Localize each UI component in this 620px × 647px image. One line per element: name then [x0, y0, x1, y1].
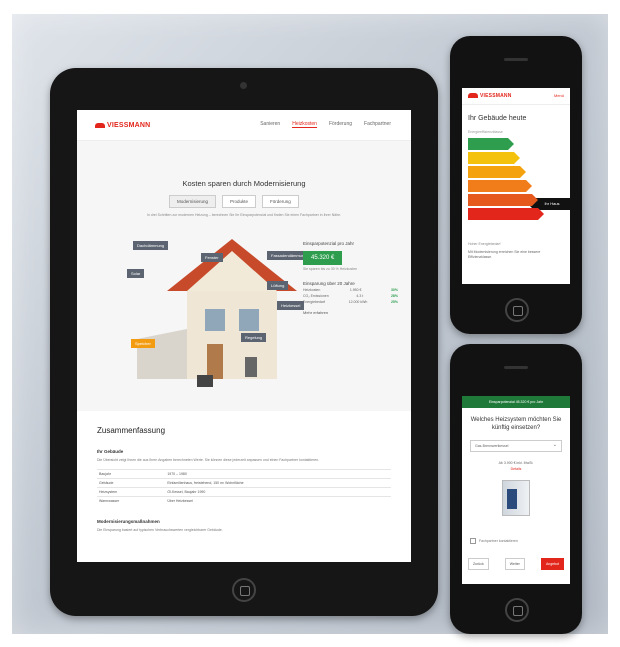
label-fenster[interactable]: Fenster — [201, 253, 223, 262]
section-title: Zusammenfassung — [97, 426, 166, 435]
price-text: Ab 3.900 € inkl. MwSt. — [498, 461, 534, 465]
savings-banner: Einsparpotenzial 45.320 € pro Jahr — [462, 396, 570, 408]
row-percent: 25% — [390, 300, 398, 304]
savings-row: Energiebedarf 12.000 kWh 25% — [303, 300, 398, 304]
more-link[interactable]: Mehr erfahren — [303, 310, 398, 315]
savings-note: Sie sparen bis zu 30 % Heizkosten — [303, 267, 358, 271]
speaker — [504, 58, 528, 61]
phone2-screen: Einsparpotenzial 45.320 € pro Jahr Welch… — [462, 396, 570, 584]
tab-foerderung[interactable]: Förderung — [262, 195, 299, 208]
menu-button[interactable]: Menü — [554, 93, 564, 98]
phone1-footer: Mit Modernisierung erreichen Sie eine be… — [468, 250, 541, 259]
nav-items: Sanieren Heizkosten Förderung Fachpartne… — [260, 121, 391, 128]
table-key: Baujahr — [97, 469, 166, 479]
label-lueftung[interactable]: Lüftung — [267, 281, 289, 290]
background: VIESSMANN Sanieren Heizkosten Förderung … — [12, 14, 608, 634]
offer-button[interactable]: Angebot — [540, 558, 564, 570]
savings-row: CO₂ Emissionen 4.3 t 28% — [303, 294, 398, 298]
hero-section: Kosten sparen durch Modernisierung Moder… — [77, 141, 411, 411]
row-key: Energiebedarf — [303, 300, 325, 304]
phone-device-2: Einsparpotenzial 45.320 € pro Jahr Welch… — [450, 344, 582, 634]
savings-sub: Einsparung über 20 Jahre — [303, 281, 355, 286]
tablet-screen: VIESSMANN Sanieren Heizkosten Förderung … — [77, 110, 411, 562]
paragraph: Die Übersicht zeigt Ihnen die aus Ihren … — [97, 458, 320, 462]
contact-checkbox[interactable]: Fachpartner kontaktieren — [470, 538, 562, 544]
nav-item[interactable]: Fachpartner — [364, 121, 391, 128]
savings-value: 45.320 € — [303, 251, 343, 265]
phone1-subtitle: Energieeffizienzklasse — [468, 130, 503, 134]
savings-row: Heizkosten 1.950 € 30% — [303, 288, 398, 292]
tab-modernisierung[interactable]: Modernisierung — [169, 195, 217, 208]
home-button[interactable] — [505, 298, 529, 322]
table-key: Heizsystem — [97, 487, 166, 497]
row-percent: 30% — [390, 288, 398, 292]
phone1-note: Hoher Energiebedarf — [468, 242, 501, 246]
tablet-device: VIESSMANN Sanieren Heizkosten Förderung … — [50, 68, 438, 616]
camera — [240, 82, 247, 89]
phone-device-1: VIESSMANN Menü Ihr Gebäude heute Energie… — [450, 36, 582, 334]
row-key: CO₂ Emissionen — [303, 294, 329, 298]
summary-section: Zusammenfassung Ihr Gebäude Die Übersich… — [77, 410, 411, 533]
row-value: 12.000 kWh — [348, 300, 368, 304]
table-value: Öl-Kessel, Baujahr 1990 — [165, 487, 391, 497]
table-key: Warmwasser — [97, 496, 166, 505]
table-row: Gebäude Einfamilienhaus, freistehend, 150… — [97, 478, 391, 488]
table-value: 1970 – 1980 — [165, 469, 391, 479]
question: Welches Heizsystem möchten Sie künftig e… — [470, 417, 562, 431]
speaker — [504, 366, 528, 369]
description: In drei Schritten zur modernen Heizung –… — [146, 213, 342, 217]
nav-item[interactable]: Förderung — [329, 121, 352, 128]
row-value: 4.3 t — [356, 294, 364, 298]
details-link[interactable]: Details — [511, 467, 522, 471]
top-nav: VIESSMANN Sanieren Heizkosten Förderung … — [77, 110, 411, 141]
savings-label: Einsparpotenzial pro Jahr — [303, 241, 355, 246]
nav-item[interactable]: Sanieren — [260, 121, 280, 128]
table-value: Über Heizkessel — [165, 496, 391, 505]
home-button[interactable] — [505, 598, 529, 622]
boiler-image — [502, 480, 530, 516]
table-row: Baujahr 1970 – 1980 — [97, 469, 391, 479]
table-row: Heizsystem Öl-Kessel, Baujahr 1990 — [97, 487, 391, 497]
tab-produkte[interactable]: Produkte — [222, 195, 257, 208]
table-key: Gebäude — [97, 478, 166, 488]
action-bar: Zurück Weiter Angebot — [468, 558, 564, 570]
summary-table: Baujahr 1970 – 1980 Gebäude Einfamilienhau… — [97, 469, 391, 505]
next-button[interactable]: Weiter — [504, 558, 525, 570]
phone1-screen: VIESSMANN Menü Ihr Gebäude heute Energie… — [462, 88, 570, 284]
label-heizkessel[interactable]: Heizkessel — [277, 301, 305, 310]
label-dachdaemmung[interactable]: Dachdämmung — [133, 241, 169, 250]
price-info: Ab 3.900 € inkl. MwSt. Details — [462, 460, 570, 472]
home-button[interactable] — [232, 578, 256, 602]
subheading: Ihr Gebäude — [97, 449, 124, 454]
nav-item[interactable]: Heizkosten — [292, 121, 317, 128]
label-regelung[interactable]: Regelung — [241, 333, 267, 342]
phone1-title: Ihr Gebäude heute — [468, 115, 527, 122]
label-speicher[interactable]: Speicher — [131, 339, 155, 348]
energy-scale: Ihr Haus — [468, 138, 570, 238]
savings-panel: Einsparpotenzial pro Jahr 45.320 € Sie s… — [303, 241, 398, 315]
row-value: 1.950 € — [349, 288, 362, 292]
house-illustration: Dachdämmung Fenster Fassadendämmung Sola… — [127, 229, 311, 389]
row-percent: 28% — [390, 294, 398, 298]
row-key: Heizkosten — [303, 288, 321, 292]
table-value: Einfamilienhaus, freistehend, 150 m² Woh… — [165, 478, 391, 488]
system-select[interactable]: Gas-Brennwertkessel — [470, 440, 562, 452]
page-title: Kosten sparen durch Modernisierung — [182, 179, 306, 188]
brand-logo[interactable]: VIESSMANN — [95, 122, 150, 129]
table-row: Warmwasser Über Heizkessel — [97, 496, 391, 505]
subheading-2: Modernisierungsmaßnahmen — [97, 519, 160, 524]
brand-logo[interactable]: VIESSMANN — [468, 93, 512, 99]
phone1-header: VIESSMANN Menü — [462, 88, 570, 105]
paragraph-2: Die Einsparung basiert auf typischen Ver… — [97, 528, 223, 532]
back-button[interactable]: Zurück — [468, 558, 489, 570]
tabs: Modernisierung Produkte Förderung — [169, 195, 299, 208]
label-solar[interactable]: Solar — [127, 269, 145, 278]
